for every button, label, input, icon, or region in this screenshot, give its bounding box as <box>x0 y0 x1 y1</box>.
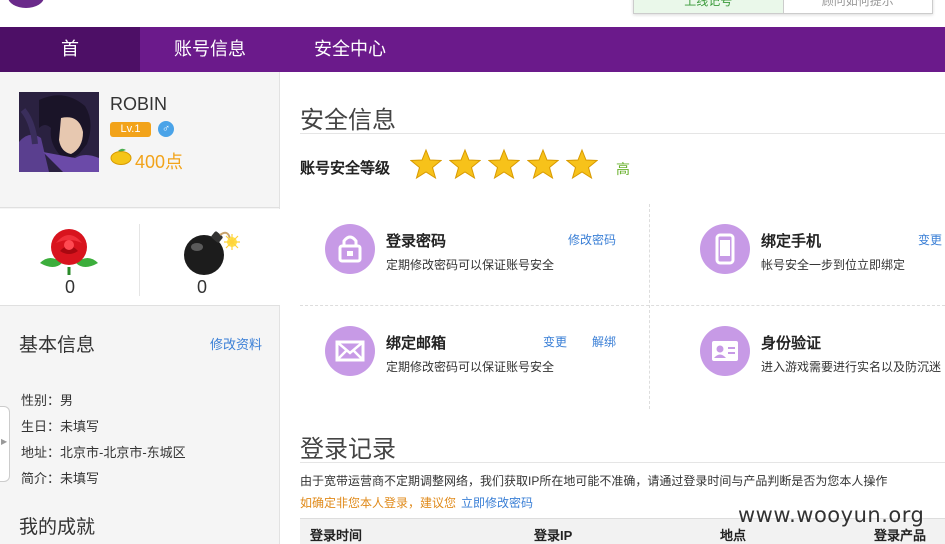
security-info-title: 安全信息 <box>300 107 396 134</box>
card-desc-email: 定期修改密码可以保证账号安全 <box>386 360 555 374</box>
unbind-email-link[interactable]: 解绑 <box>592 333 616 350</box>
card-title-email: 绑定邮箱 <box>386 335 447 352</box>
star-icon <box>410 148 442 180</box>
grid-divider-horizontal <box>300 305 945 306</box>
logo[interactable] <box>8 0 44 8</box>
main-nav: 首 页 账号信息 安全中心 <box>0 27 945 104</box>
col-login-ip: 登录IP <box>534 528 573 543</box>
nav-security-center[interactable]: 安全中心 <box>280 27 420 72</box>
male-gender-icon: ♂ <box>158 121 174 137</box>
phone-icon <box>700 224 750 274</box>
change-email-link[interactable]: 变更 <box>543 333 567 350</box>
security-level-value: 高 <box>616 161 630 177</box>
profile-card: ROBIN Lv.1 ♂ 400点 <box>0 72 280 208</box>
bomb-icon[interactable] <box>176 225 242 281</box>
card-title-identity: 身份验证 <box>761 335 822 352</box>
info-gender: 性别：男 <box>21 393 74 408</box>
coin-fruit-icon <box>110 148 132 165</box>
change-phone-link[interactable]: 变更 <box>918 231 942 248</box>
divider <box>300 133 945 134</box>
username: ROBIN <box>110 94 168 114</box>
sidebar: ROBIN Lv.1 ♂ 400点 0 0 基本信息 修改资料 性别：男 生日：… <box>0 72 280 544</box>
id-card-icon <box>700 326 750 376</box>
top-popup-tabs: 上线记号 顾问如何提示 <box>633 0 933 14</box>
bomb-count: 0 <box>196 277 207 297</box>
card-desc-identity: 进入游戏需要进行实名以及防沉迷 <box>761 360 942 374</box>
col-location: 地点 <box>720 528 747 543</box>
lock-icon <box>325 224 375 274</box>
info-birthday: 生日：未填写 <box>21 419 100 434</box>
star-icon <box>488 148 520 180</box>
security-level-label: 账号安全等级 <box>300 160 391 177</box>
nav-account-info[interactable]: 账号信息 <box>140 27 280 72</box>
info-bio: 简介：未填写 <box>21 471 100 486</box>
change-password-link[interactable]: 修改密码 <box>568 231 616 248</box>
points-value: 400点 <box>135 152 184 172</box>
level-badge: Lv.1 <box>110 122 151 137</box>
card-desc-password: 定期修改密码可以保证账号安全 <box>386 258 555 272</box>
card-title-password: 登录密码 <box>386 233 447 250</box>
card-title-phone: 绑定手机 <box>761 233 822 250</box>
chevron-right-icon: ▶ <box>1 437 8 446</box>
nav-home[interactable]: 首 页 <box>0 27 140 104</box>
achievements-title: 我的成就 <box>19 517 96 538</box>
gift-divider <box>139 224 140 296</box>
info-address: 地址：北京市-北京市-东城区 <box>21 445 186 460</box>
star-icon <box>449 148 481 180</box>
star-icon <box>566 148 598 180</box>
top-tab-1[interactable]: 上线记号 <box>634 0 784 13</box>
grid-divider-vertical <box>649 204 650 409</box>
edit-profile-link[interactable]: 修改资料 <box>210 334 262 353</box>
gift-counters: 0 0 <box>0 209 280 306</box>
login-records-warning: 如确定非您本人登录，建议您 <box>300 496 457 510</box>
login-records-note: 由于宽带运营商不定期调整网络，我们获取IP所在地可能不准确，请通过登录时间与产品… <box>300 474 888 488</box>
basic-info-title: 基本信息 <box>19 335 96 356</box>
rose-count: 0 <box>64 277 75 297</box>
change-password-now-link[interactable]: 立即修改密码 <box>461 494 533 511</box>
card-desc-phone: 帐号安全一步到位立即绑定 <box>761 258 906 272</box>
col-login-product: 登录产品 <box>874 528 927 543</box>
rose-icon[interactable] <box>36 223 102 279</box>
col-login-time: 登录时间 <box>310 528 363 543</box>
star-icon <box>527 148 559 180</box>
watermark: www.wooyun.org <box>738 503 925 527</box>
divider <box>300 462 945 463</box>
main-content: 安全信息 账号安全等级 高 登录密码 定期修改密码可以保证账号安全 修改密码 绑… <box>280 72 945 544</box>
top-tab-2[interactable]: 顾问如何提示 <box>784 0 933 13</box>
avatar[interactable] <box>19 92 99 172</box>
sidebar-collapse-handle[interactable]: ▶ <box>0 406 10 482</box>
login-records-title: 登录记录 <box>300 436 396 463</box>
mail-icon <box>325 326 375 376</box>
top-bar: 上线记号 顾问如何提示 <box>0 0 945 27</box>
